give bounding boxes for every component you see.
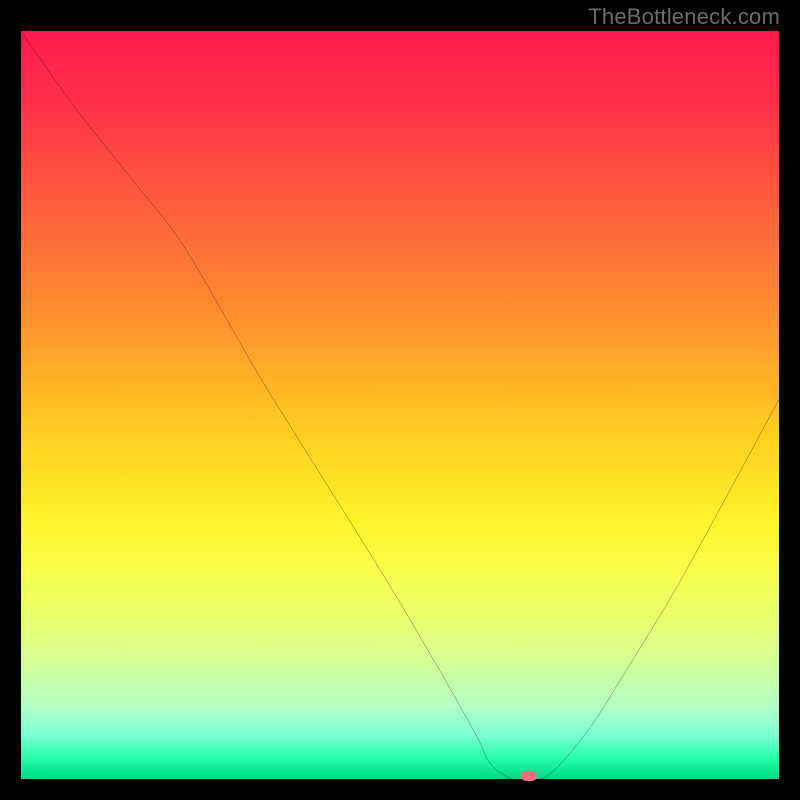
heat-gradient-background — [20, 30, 780, 780]
watermark-text: TheBottleneck.com — [588, 4, 780, 30]
plot-area — [20, 30, 780, 780]
chart-frame: TheBottleneck.com — [0, 0, 800, 800]
